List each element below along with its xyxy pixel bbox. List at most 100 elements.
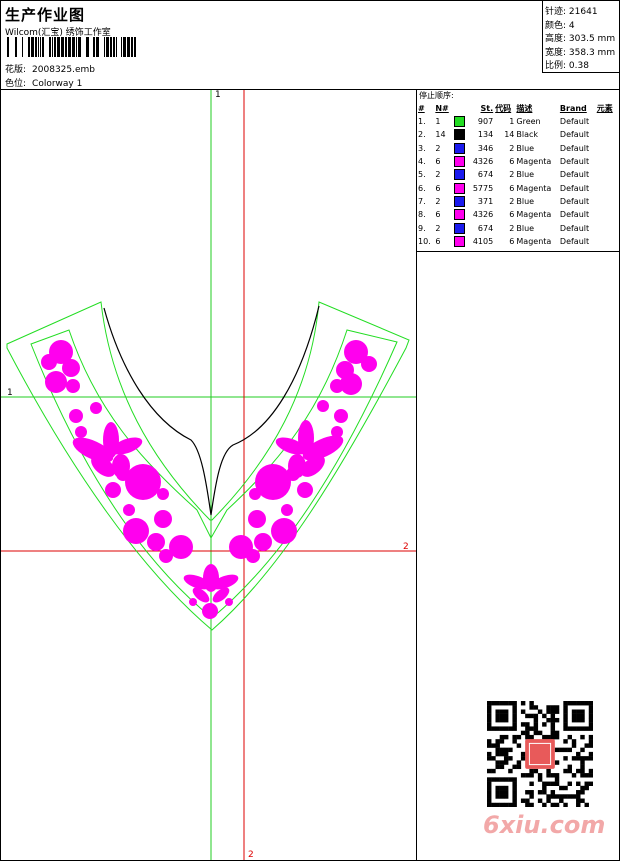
file-label: 花版: <box>5 65 27 75</box>
stop-code: 2 <box>509 170 515 180</box>
stop-swatch <box>453 128 468 141</box>
flower-right-top <box>330 340 377 395</box>
stop-code: 6 <box>509 236 515 246</box>
stop-code: 2 <box>509 223 515 233</box>
stop-index: 4. <box>418 157 426 167</box>
design-preview: 1 1 2 2 <box>1 90 417 860</box>
stop-element <box>596 115 617 128</box>
col-element: 元素 <box>596 104 613 113</box>
stat-width: 宽度: 358.3 mm <box>545 47 616 58</box>
stat-stitches: 针迹: 21641 <box>545 7 598 17</box>
stop-code: 14 <box>504 130 515 140</box>
stop-index: 1. <box>418 117 426 127</box>
color-swatch <box>453 169 465 181</box>
stop-index: 6. <box>418 183 426 193</box>
stop-needle: 14 <box>435 130 446 140</box>
color-swatch <box>453 195 465 207</box>
stop-brand: Default <box>559 223 590 233</box>
flower-small-5 <box>334 409 348 423</box>
stop-index: 5. <box>418 170 426 180</box>
axis-label-green-left: 1 <box>7 388 13 398</box>
stop-needle: 2 <box>435 143 441 153</box>
stop-element <box>596 155 617 168</box>
stop-stitches: 134 <box>477 130 494 140</box>
stop-row: 2. 14 134 14 Black Default <box>417 128 617 141</box>
stop-row: 8. 6 4326 6 Magenta Default <box>417 208 617 221</box>
stop-element <box>596 128 617 141</box>
qr-code <box>487 701 593 807</box>
flower-left-cluster <box>123 510 193 563</box>
stop-code: 6 <box>509 183 515 193</box>
stop-code: 2 <box>509 196 515 206</box>
stop-stitches: 907 <box>477 117 494 127</box>
stop-stitches: 5775 <box>472 183 494 193</box>
stop-sequence-header-row: # N# St. 代码 描述 Brand 元素 <box>417 102 617 115</box>
color-swatch <box>453 156 465 168</box>
stop-description: Magenta <box>516 236 552 246</box>
stop-brand: Default <box>559 117 590 127</box>
stop-code: 6 <box>509 157 515 167</box>
flower-small-3 <box>123 504 135 516</box>
production-sheet: 生产作业图 Wilcom(汇宝) 绣饰工作室 花版: 2008325.emb 色位… <box>0 0 620 861</box>
stop-element <box>596 235 617 248</box>
stop-swatch <box>453 221 468 234</box>
color-swatch <box>453 142 465 154</box>
stop-stitches: 4105 <box>472 236 494 246</box>
col-code: 代码 <box>495 104 512 113</box>
stop-element <box>596 195 617 208</box>
stop-swatch <box>453 181 468 194</box>
stop-code: 2 <box>509 143 515 153</box>
stop-brand: Default <box>559 183 590 193</box>
stop-description: Blue <box>516 143 535 153</box>
flower-small-4 <box>317 400 329 412</box>
stat-scale: 比例: 0.38 <box>545 61 589 71</box>
stat-colors: 颜色: 4 <box>545 20 575 31</box>
axis-label-red-bottom: 2 <box>248 850 254 860</box>
col-description: 描述 <box>516 104 533 113</box>
stop-needle: 6 <box>435 157 441 167</box>
col-brand: Brand <box>559 104 587 113</box>
stop-stitches: 674 <box>477 223 494 233</box>
stop-element <box>596 208 617 221</box>
color-swatch <box>453 116 465 128</box>
stop-description: Magenta <box>516 210 552 220</box>
axis-label-green-top: 1 <box>215 90 221 100</box>
stop-sequence-table: # N# St. 代码 描述 Brand 元素 1. 1 907 1 Green Defa… <box>417 102 617 248</box>
stop-swatch <box>453 235 468 248</box>
flower-right-cluster <box>229 510 297 563</box>
stop-code: 1 <box>509 117 515 127</box>
stop-brand: Default <box>559 210 590 220</box>
stop-row: 7. 2 371 2 Blue Default <box>417 195 617 208</box>
stop-row: 5. 2 674 2 Blue Default <box>417 168 617 181</box>
stop-row: 4. 6 4326 6 Magenta Default <box>417 155 617 168</box>
stop-swatch <box>453 168 468 181</box>
stop-index: 8. <box>418 210 426 220</box>
stop-description: Green <box>516 117 541 127</box>
stop-needle: 2 <box>435 196 441 206</box>
stop-swatch <box>453 155 468 168</box>
stop-row: 9. 2 674 2 Blue Default <box>417 221 617 234</box>
col-stitches: St. <box>480 104 494 113</box>
stop-code: 6 <box>509 210 515 220</box>
stop-index: 3. <box>418 143 426 153</box>
stop-needle: 6 <box>435 236 441 246</box>
stop-sequence-divider <box>417 251 619 252</box>
stop-description: Black <box>516 130 539 140</box>
stop-swatch <box>453 142 468 155</box>
stop-description: Magenta <box>516 157 552 167</box>
watermark: 6xiu.com <box>483 811 606 839</box>
stop-needle: 6 <box>435 210 441 220</box>
stop-row: 10. 6 4105 6 Magenta Default <box>417 235 617 248</box>
stop-description: Blue <box>516 223 535 233</box>
stop-brand: Default <box>559 157 590 167</box>
stop-element <box>596 142 617 155</box>
stop-needle: 1 <box>435 117 441 127</box>
stop-index: 7. <box>418 196 426 206</box>
col-needle: N# <box>435 104 449 113</box>
col-swatch <box>453 102 468 115</box>
col-index: # <box>418 104 425 113</box>
stop-brand: Default <box>559 170 590 180</box>
color-swatch <box>453 222 465 234</box>
stop-sequence-title: 停止顺序: <box>419 91 454 100</box>
stop-description: Magenta <box>516 183 552 193</box>
